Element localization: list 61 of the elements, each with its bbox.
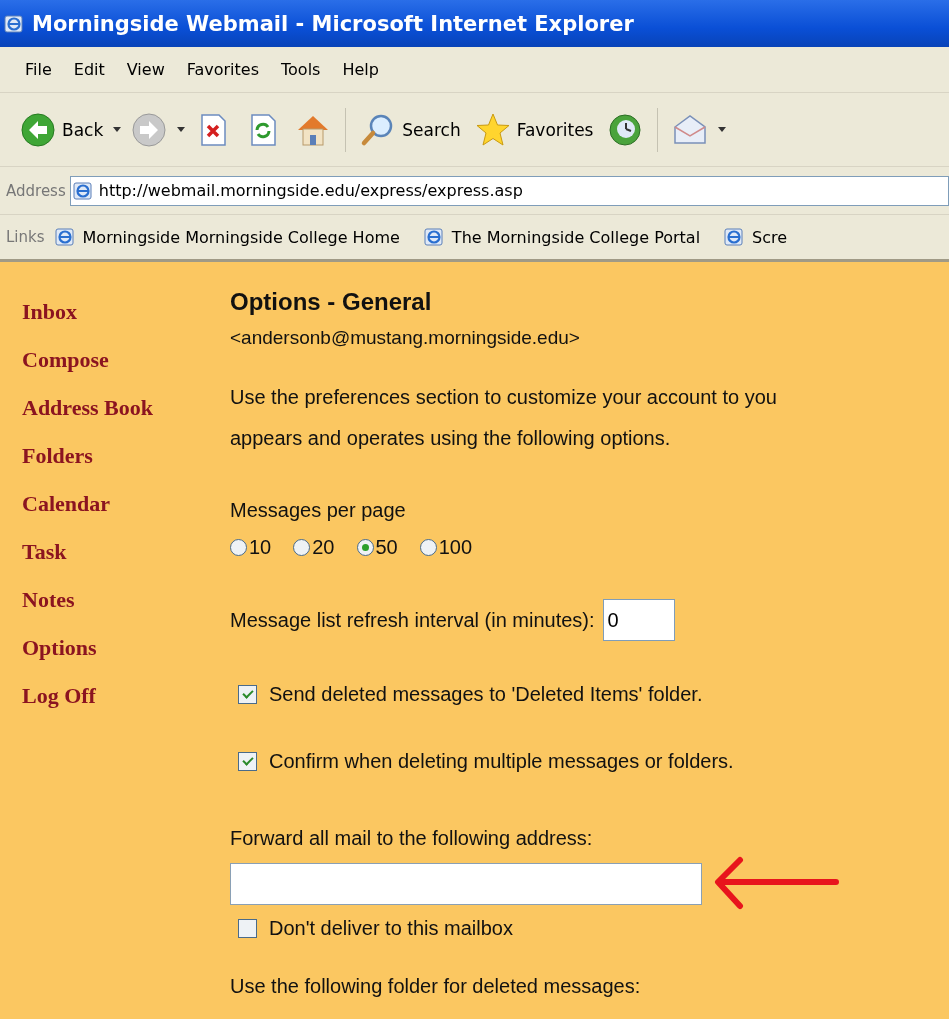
radio-button[interactable] <box>230 538 247 556</box>
intro-text: Use the preferences section to customize your account to you <box>230 385 778 410</box>
caret-icon[interactable] <box>113 127 122 132</box>
menu-item[interactable]: Tools <box>270 58 332 81</box>
page-icon <box>724 227 745 247</box>
forward-icon <box>131 111 168 148</box>
input-field[interactable] <box>230 863 702 905</box>
clock-icon <box>607 111 644 148</box>
page-icon <box>54 227 75 247</box>
links-label: Links <box>6 228 45 246</box>
field-label: Messages per page <box>230 499 406 521</box>
checkbox[interactable] <box>238 918 257 938</box>
window-icon <box>4 13 24 34</box>
nav-link[interactable]: Inbox <box>22 298 218 346</box>
menu-item[interactable]: Help <box>331 58 390 81</box>
toolbar-button[interactable]: Favorites <box>470 108 598 151</box>
caret-icon[interactable] <box>718 127 727 132</box>
link-button[interactable]: The Morningside College Portal <box>423 227 715 247</box>
nav-link[interactable]: Notes <box>22 586 218 634</box>
menu-item[interactable]: Favorites <box>175 58 270 81</box>
address-field[interactable]: http://webmail.morningside.edu/express/express.asp <box>69 175 949 206</box>
star-icon <box>474 111 511 148</box>
toolbar-button[interactable]: Back <box>16 108 108 151</box>
field-label: Message list refresh interval (in minutes): <box>230 608 595 633</box>
menu-item[interactable]: View <box>115 58 176 81</box>
checkbox-label: Send deleted messages to 'Deleted Items' folder. <box>269 682 703 707</box>
checkbox-label: Don't deliver to this mailbox <box>269 916 513 941</box>
radio-button[interactable] <box>356 538 374 556</box>
checkbox-label: Confirm when deleting multiple messages or folders. <box>269 749 734 774</box>
radio-label: 100 <box>438 535 473 560</box>
page-heading: Options - General <box>230 287 433 317</box>
menu-item[interactable]: Edit <box>62 58 116 81</box>
field-label: Forward all mail to the following address: <box>230 827 593 849</box>
nav-link[interactable]: Address Book <box>22 394 218 442</box>
nav-link[interactable]: Log Off <box>22 682 218 730</box>
link-button[interactable]: Scre <box>724 227 802 247</box>
input-field[interactable]: 0 <box>602 599 675 641</box>
back-icon <box>20 111 56 148</box>
page-icon <box>423 227 444 247</box>
link-button[interactable]: Morningside Morningside College Home <box>54 227 414 247</box>
address-label: Address <box>6 181 66 200</box>
nav-link[interactable]: Options <box>22 634 218 682</box>
checkbox[interactable] <box>238 684 257 704</box>
radio-button[interactable] <box>293 538 311 556</box>
page-icon <box>72 180 93 201</box>
nav-link[interactable]: Compose <box>22 346 218 394</box>
caret-icon[interactable] <box>177 127 186 132</box>
window-title: Morningside Webmail - Microsoft Internet Explorer <box>32 11 634 36</box>
checkbox[interactable] <box>238 751 257 771</box>
menu-item[interactable]: File <box>14 58 63 81</box>
account-address: <andersonb@mustang.morningside.edu> <box>230 326 581 350</box>
section-label: Use the following folder for deleted messages: <box>230 974 642 999</box>
radio-label: 20 <box>312 535 335 560</box>
nav-link[interactable]: Calendar <box>22 490 218 538</box>
nav-link[interactable]: Task <box>22 538 218 586</box>
toolbar-button[interactable]: Search <box>356 108 465 151</box>
intro-text: appears and operates using the following options. <box>230 426 672 451</box>
nav-link[interactable]: Folders <box>22 442 218 490</box>
radio-label: 50 <box>375 535 398 560</box>
radio-button[interactable] <box>419 538 437 556</box>
radio-label: 10 <box>249 535 272 560</box>
